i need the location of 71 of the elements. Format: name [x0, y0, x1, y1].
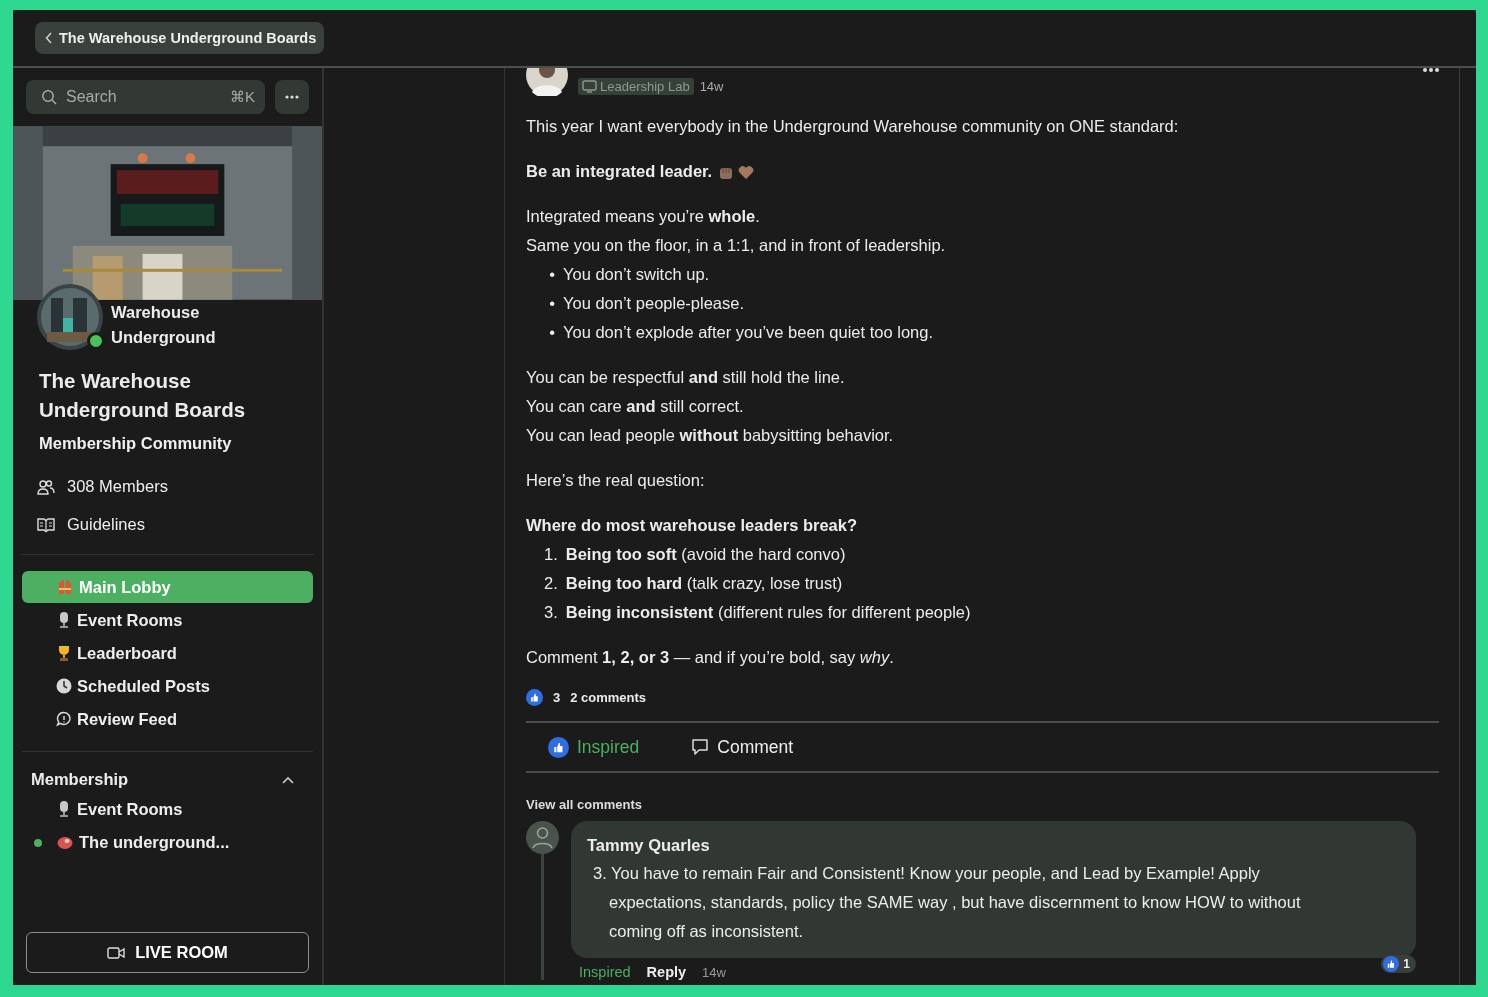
video-camera-icon [107, 946, 126, 959]
search-icon [41, 89, 57, 105]
post-text: This year I want everybody in the Underground Warehouse community on ONE standard: [526, 116, 1180, 137]
heart-icon [738, 164, 755, 180]
book-icon [37, 516, 55, 533]
post-text: Where do most warehouse leaders break? [526, 515, 859, 536]
list-item: You don’t switch up. [563, 264, 710, 285]
list-marker: 1. [544, 544, 558, 565]
nav-item[interactable]: Leaderboard [22, 637, 313, 669]
category-tag[interactable]: Leadership Lab [578, 78, 694, 95]
reaction-count: 1 [1403, 957, 1410, 971]
reaction-count: 3 [553, 689, 561, 705]
chevron-icon[interactable] [282, 775, 294, 784]
unread-dot [34, 839, 42, 847]
sidebar-link[interactable]: 308 Members [37, 477, 298, 496]
clock-icon [56, 678, 72, 694]
monitor-icon [582, 80, 597, 93]
chevron-left-icon [45, 32, 53, 44]
list-item: Being too hard (talk crazy, lose trust) [565, 573, 843, 594]
community-title: The Warehouse Underground Boards [38, 368, 247, 423]
inspired-link[interactable]: Inspired [579, 964, 631, 980]
thumbs-up-icon [526, 688, 543, 706]
shortcut-hint: ⌘K [230, 88, 255, 106]
nav-item[interactable]: Event Rooms [22, 604, 313, 636]
post-text: Comment 1, 2, or 3 — and if you’re bold, say why. [526, 647, 895, 668]
community-subtitle: Membership Community [38, 433, 233, 453]
list-item: You don’t explode after you’ve been quiet too long. [563, 322, 933, 343]
comment-time: 14w [702, 964, 726, 980]
list-marker: 2. [544, 573, 558, 594]
group-heading[interactable]: Membership [31, 770, 129, 789]
list-marker: • [548, 264, 555, 285]
list-marker: • [548, 293, 555, 314]
list-marker: 3. [544, 602, 558, 623]
trophy-icon [56, 644, 72, 662]
speech-bubble-icon [691, 738, 710, 756]
comment-author[interactable]: Tammy Quarles [587, 833, 1400, 857]
reply-link[interactable]: Reply [646, 964, 687, 980]
post-text: You can lead people without babysitting behavior. [526, 425, 895, 446]
nav-item[interactable]: Review Feed [22, 703, 313, 735]
people-icon [37, 478, 55, 495]
post-time: 14w [699, 79, 724, 94]
view-all-comments-link[interactable]: View all comments [526, 797, 1438, 812]
ellipsis-icon [285, 95, 299, 99]
nav-item[interactable]: The underground... [22, 826, 313, 858]
comment-button[interactable]: Comment [685, 735, 800, 759]
sidebar-link[interactable]: Guidelines [37, 515, 298, 534]
list-item: Being too soft (avoid the hard convo) [565, 544, 846, 565]
comment-count[interactable]: 2 comments [570, 689, 647, 705]
thumbs-up-icon [1383, 956, 1400, 972]
post-text: Same you on the floor, in a 1:1, and in front of leadership. [526, 235, 947, 256]
user-avatar-icon [526, 821, 559, 854]
post-text: Integrated means you’re whole. [526, 206, 761, 227]
nav-item[interactable]: Event Rooms [22, 793, 313, 825]
live-room-button[interactable]: LIVE ROOM [26, 932, 309, 973]
post-text: You can care and still correct. [526, 396, 745, 417]
vest-icon [56, 578, 74, 596]
list-item: You don’t people-please. [563, 293, 745, 314]
post-text: You can be respectful and still hold the line. [526, 367, 846, 388]
post-text: Be an integrated leader. [526, 157, 1438, 186]
chat-icon [56, 711, 72, 727]
list-item: Being inconsistent (different rules for different people) [565, 602, 971, 623]
list-marker: • [548, 322, 555, 343]
back-button[interactable]: The Warehouse Underground Boards [35, 22, 325, 54]
community-name: Warehouse Underground [111, 302, 217, 348]
ellipsis-icon[interactable] [1423, 68, 1439, 72]
thumbs-up-icon [548, 736, 569, 758]
inspired-button[interactable]: Inspired [542, 735, 646, 759]
post-text: Here’s the real question: [526, 470, 706, 491]
comment-text: 3. You have to remain Fair and Consistent! Know your people, and Lead by Example! Apply expectations, standards, policy the SAME way , but have discernment to know HOW to without coming off as inconsistent. [592, 863, 1302, 942]
more-button[interactable] [275, 80, 309, 114]
nav-item[interactable]: Scheduled Posts [22, 670, 313, 702]
